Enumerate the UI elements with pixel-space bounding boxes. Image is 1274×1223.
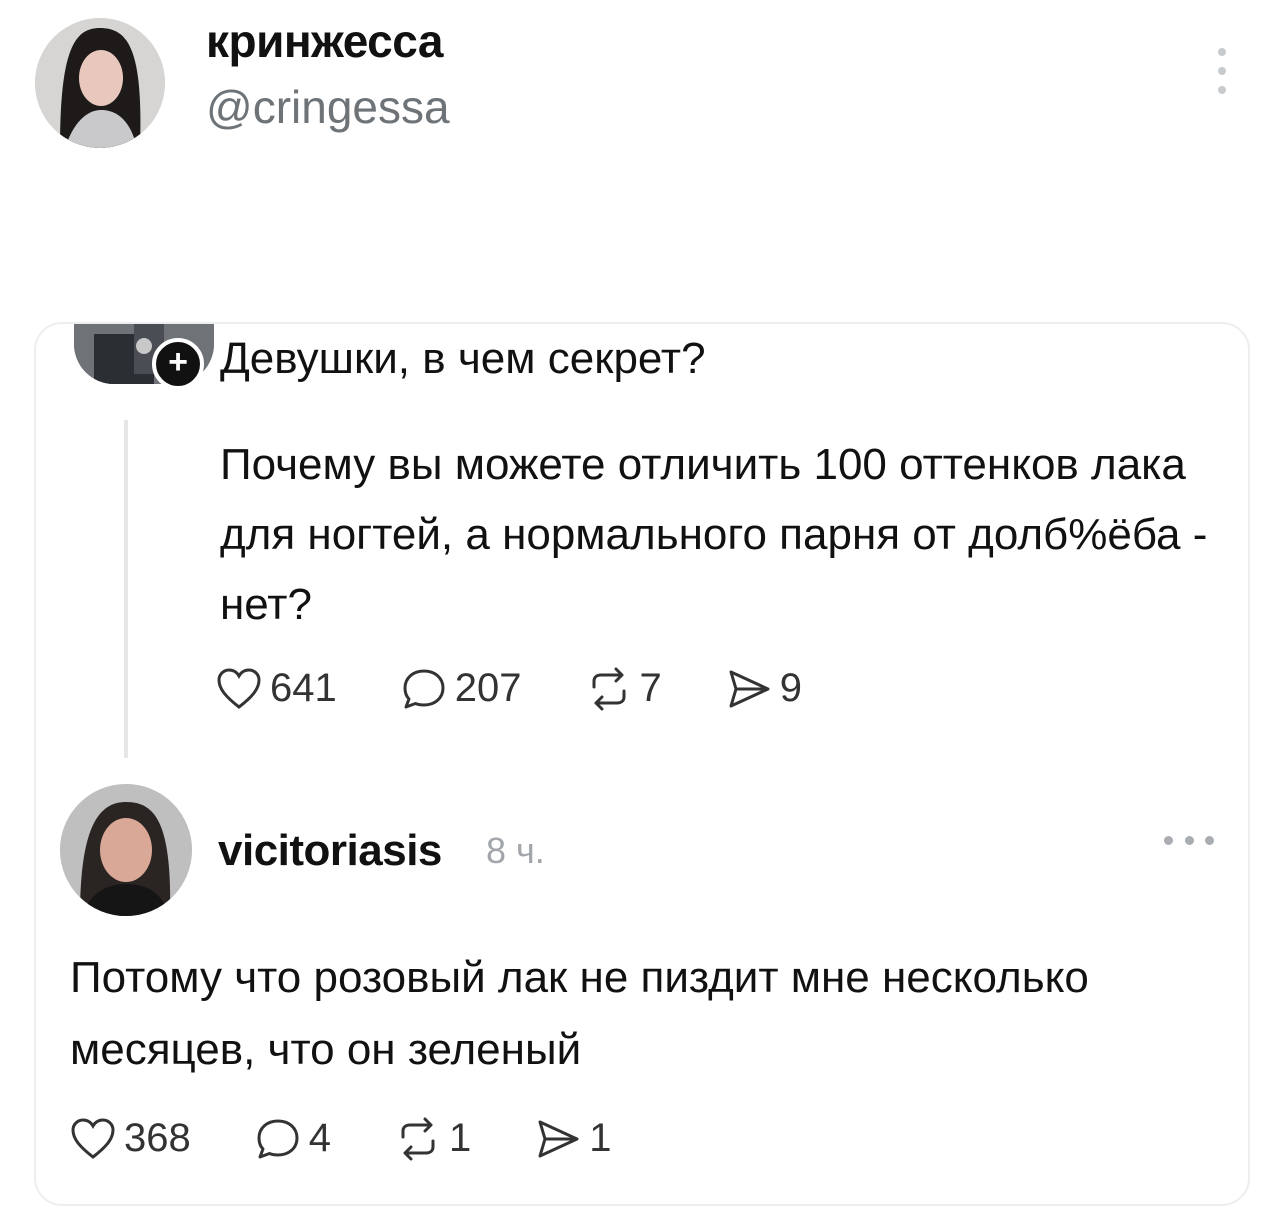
comment-icon: [403, 669, 445, 708]
reply-timestamp: 8 ч.: [486, 830, 545, 871]
reply-like-count: 368: [124, 1116, 191, 1160]
repost-count: 7: [639, 666, 662, 710]
share-button[interactable]: 9: [726, 666, 802, 711]
comment-count: 207: [454, 666, 522, 710]
share-count: 9: [779, 666, 802, 710]
author-avatar-image: [35, 18, 165, 148]
quoted-post-card[interactable]: + Девушки, в чем секрет? Почему вы может…: [34, 322, 1250, 1206]
reply-comment-button[interactable]: 4: [255, 1116, 331, 1161]
reply-share-count: 1: [589, 1116, 612, 1160]
repost-icon: [592, 667, 625, 710]
op-post-title: Девушки, в чем секрет?: [220, 334, 706, 383]
more-options-icon[interactable]: [1214, 48, 1230, 94]
repost-icon: [401, 1117, 435, 1160]
reply-more-options-icon[interactable]: [1164, 836, 1214, 846]
reply-repost-count: 1: [449, 1116, 472, 1160]
reply-repost-button[interactable]: 1: [395, 1116, 471, 1161]
author-handle[interactable]: @cringessa: [206, 80, 450, 134]
author-name[interactable]: кринжесса: [206, 14, 443, 68]
like-count: 641: [270, 666, 337, 710]
thread-line: [124, 420, 128, 758]
op-stats-bar: 641 207 7 9: [216, 666, 866, 711]
reply-username[interactable]: vicitoriasis: [218, 826, 442, 876]
op-post-body: Почему вы можете отличить 100 оттенков л…: [220, 440, 1208, 629]
reply-share-button[interactable]: 1: [535, 1116, 612, 1161]
send-icon: [538, 1120, 579, 1157]
author-avatar[interactable]: [35, 18, 165, 148]
follow-button[interactable]: +: [152, 338, 204, 390]
send-icon: [729, 670, 770, 707]
reply-body: Потому что розовый лак не пиздит мне нес…: [70, 953, 1089, 1074]
heart-icon: [71, 1117, 115, 1159]
reply-stats-bar: 368 4 1 1: [70, 1116, 676, 1161]
reply-avatar-image: [60, 784, 192, 916]
like-button[interactable]: 641: [216, 666, 337, 711]
comment-icon: [257, 1119, 299, 1158]
reply-comment-count: 4: [308, 1116, 331, 1160]
heart-icon: [217, 667, 261, 709]
reply-like-button[interactable]: 368: [70, 1116, 191, 1161]
comment-button[interactable]: 207: [401, 666, 522, 711]
reply-avatar[interactable]: [60, 784, 192, 916]
repost-button[interactable]: 7: [586, 666, 662, 711]
